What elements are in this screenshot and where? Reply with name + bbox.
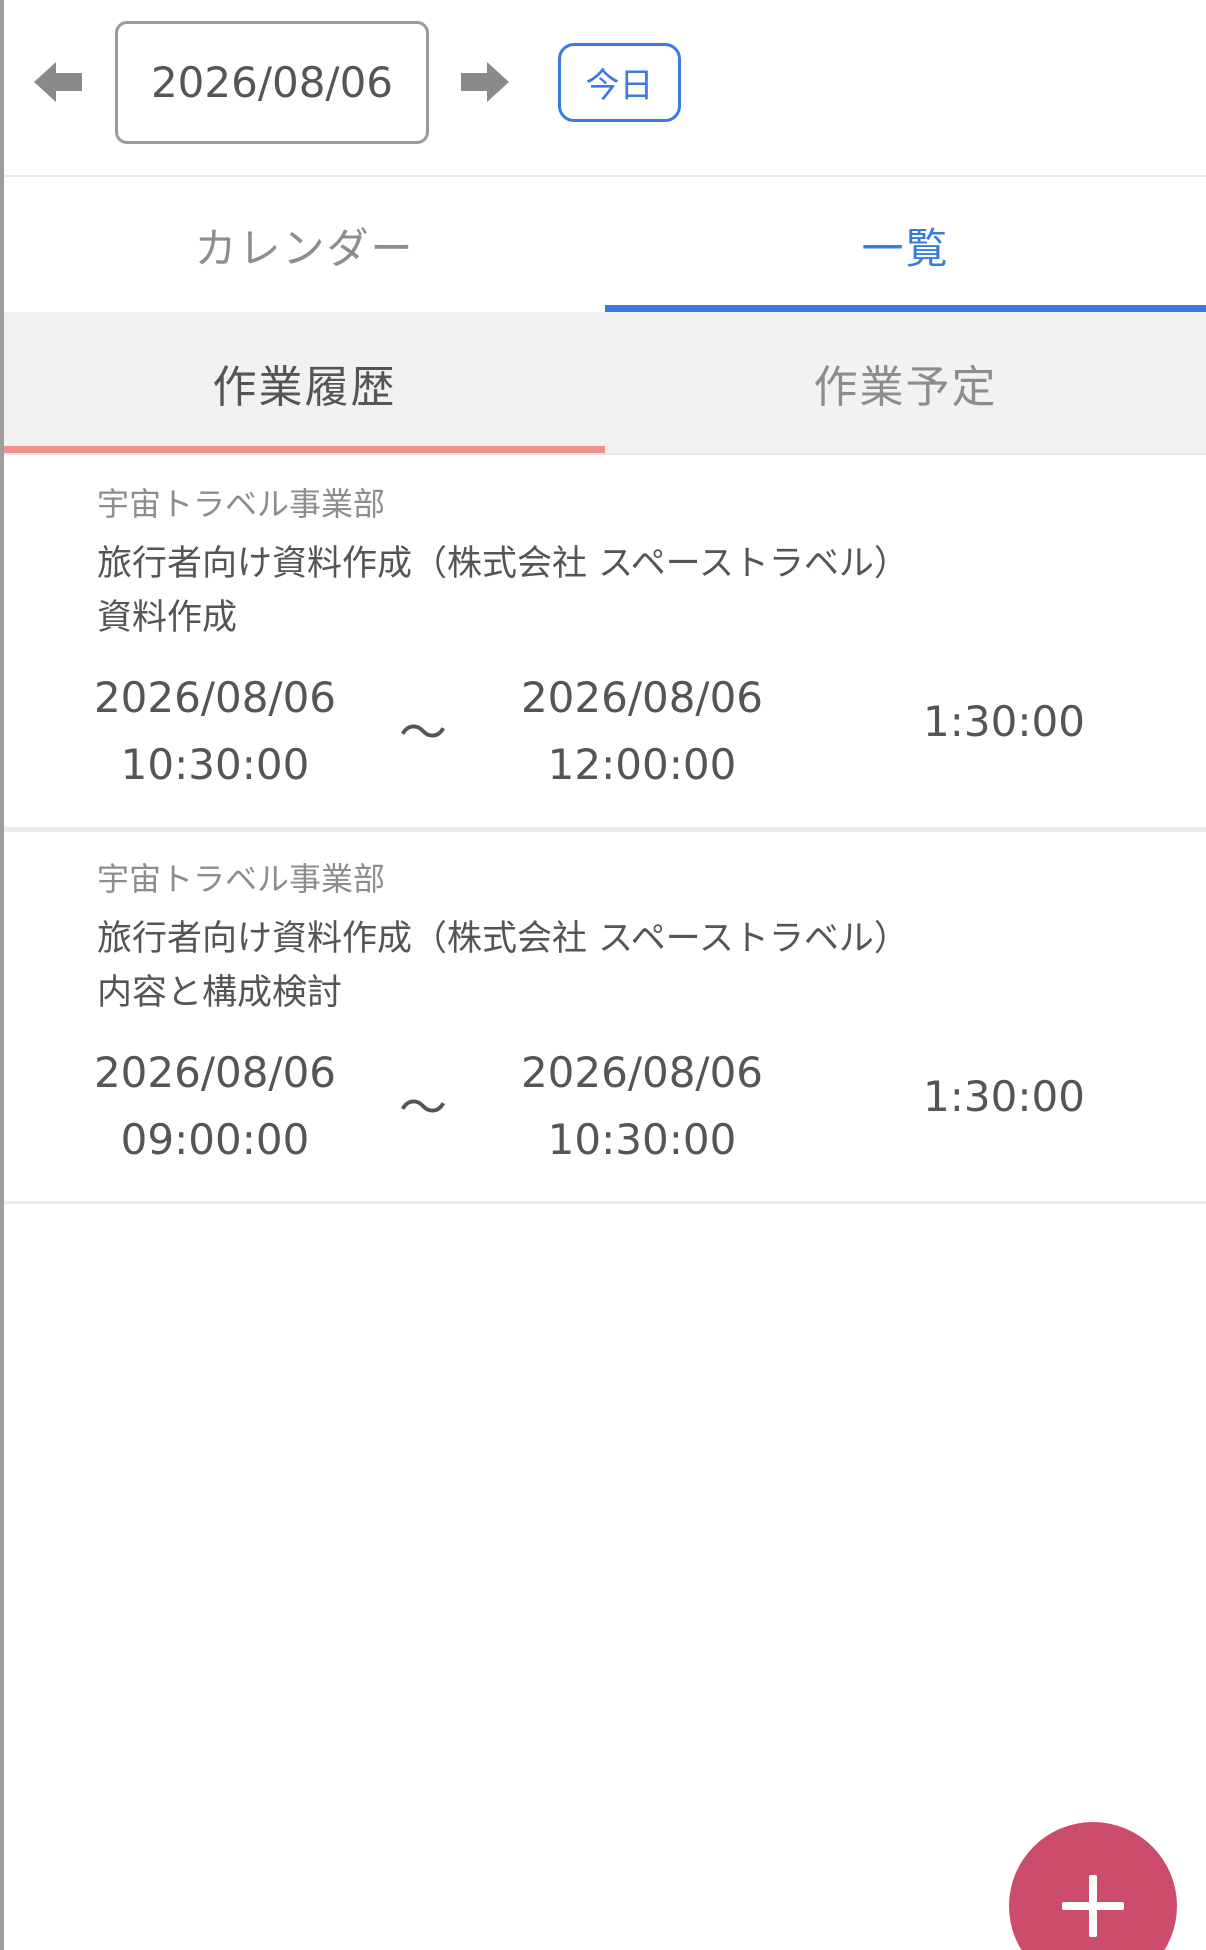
- duration: 1:30:00: [923, 1072, 1085, 1121]
- list-item[interactable]: 宇宙トラベル事業部 旅行者向け資料作成（株式会社 スペーストラベル） 資料作成 …: [4, 457, 1206, 832]
- start-date: 2026/08/06: [93, 1048, 337, 1097]
- app-screen: 2026/08/06 今日 カレンダー 一覧 作業履歴 作業予定 宇宙トラベル事…: [0, 0, 1206, 1950]
- add-record-button[interactable]: [1009, 1822, 1177, 1950]
- list-item[interactable]: 宇宙トラベル事業部 旅行者向け資料作成（株式会社 スペーストラベル） 内容と構成…: [4, 832, 1206, 1204]
- duration: 1:30:00: [923, 697, 1085, 746]
- start-time: 09:00:00: [120, 1115, 310, 1164]
- end-time: 12:00:00: [547, 740, 737, 789]
- tab-work-history[interactable]: 作業履歴: [4, 312, 605, 453]
- work-type-tabs: 作業履歴 作業予定: [4, 312, 1206, 455]
- start-time: 10:30:00: [120, 740, 310, 789]
- arrow-left-icon[interactable]: [32, 56, 84, 108]
- start-date: 2026/08/06: [93, 673, 337, 722]
- range-separator: 〜: [399, 1080, 448, 1136]
- end-time: 10:30:00: [547, 1115, 737, 1164]
- today-button[interactable]: 今日: [558, 43, 681, 122]
- project-name: 旅行者向け資料作成（株式会社 スペーストラベル）: [97, 919, 909, 959]
- department-label: 宇宙トラベル事業部: [97, 485, 386, 523]
- task-name: 資料作成: [97, 598, 238, 638]
- view-tabs: カレンダー 一覧: [4, 179, 1206, 312]
- arrow-right-icon[interactable]: [459, 56, 511, 108]
- end-datetime: 2026/08/06 10:30:00: [512, 1039, 772, 1173]
- end-datetime: 2026/08/06 12:00:00: [512, 664, 772, 798]
- department-label: 宇宙トラベル事業部: [97, 860, 386, 898]
- tab-work-schedule[interactable]: 作業予定: [605, 312, 1206, 453]
- work-record-list: 宇宙トラベル事業部 旅行者向け資料作成（株式会社 スペーストラベル） 資料作成 …: [4, 457, 1206, 1204]
- tab-calendar[interactable]: カレンダー: [4, 179, 605, 312]
- end-date: 2026/08/06: [520, 1048, 764, 1097]
- start-datetime: 2026/08/06 09:00:00: [85, 1039, 345, 1173]
- start-datetime: 2026/08/06 10:30:00: [85, 664, 345, 798]
- range-separator: 〜: [399, 705, 448, 761]
- tab-list[interactable]: 一覧: [605, 179, 1206, 312]
- task-name: 内容と構成検討: [97, 973, 343, 1013]
- project-name: 旅行者向け資料作成（株式会社 スペーストラベル）: [97, 544, 909, 584]
- end-date: 2026/08/06: [520, 673, 764, 722]
- date-navigation-bar: 2026/08/06 今日: [4, 0, 1206, 177]
- current-date-field[interactable]: 2026/08/06: [115, 21, 429, 144]
